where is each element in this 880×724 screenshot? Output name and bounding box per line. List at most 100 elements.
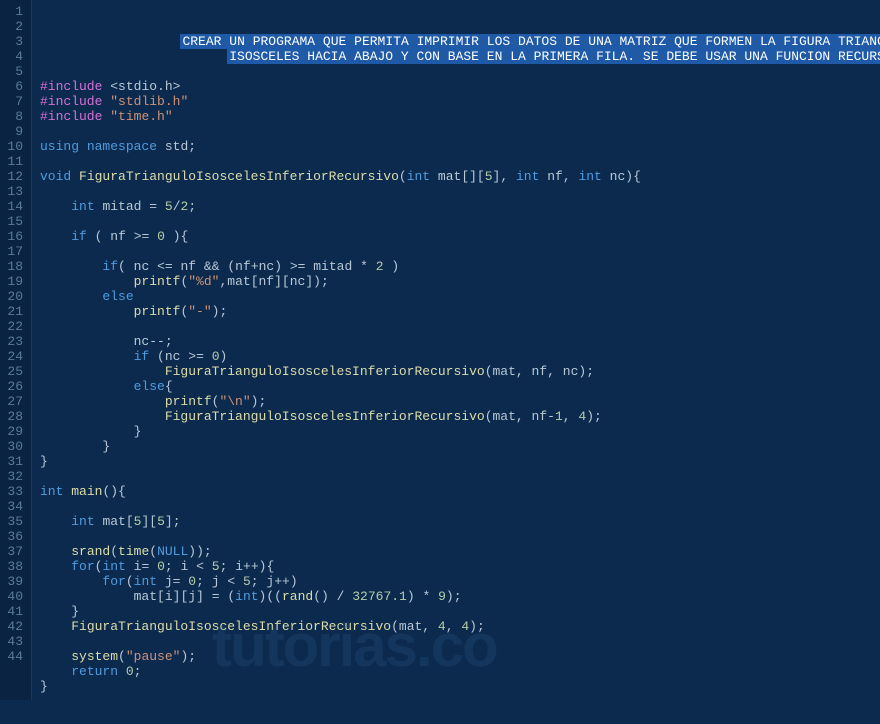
token-keyword: using <box>40 139 79 154</box>
preprocessor-directive: #include <box>40 94 102 109</box>
code-line[interactable]: for(int i= 0; i < 5; i++){ <box>40 559 880 574</box>
code-line[interactable]: #include <stdio.h> <box>40 79 880 94</box>
line-number: 19 <box>4 274 23 289</box>
token-paren: ( <box>485 409 493 424</box>
token-string: "-" <box>188 304 211 319</box>
token-func: FiguraTrianguloIsoscelesInferiorRecursiv… <box>165 364 485 379</box>
code-line[interactable]: printf("%d",mat[nf][nc]); <box>40 274 880 289</box>
token-op: ; <box>204 544 212 559</box>
token-paren: ] <box>305 274 313 289</box>
code-area[interactable]: CREAR·UN·PROGRAMA·QUE·PERMITA·IMPRIMIR·L… <box>32 0 880 700</box>
code-line[interactable]: ISOSCELES·HACIA·ABAJO·Y·CON·BASE·EN·LA·P… <box>40 49 880 64</box>
line-number: 1 <box>4 4 23 19</box>
code-line[interactable]: using namespace std; <box>40 139 880 154</box>
code-line[interactable]: #include "stdlib.h" <box>40 94 880 109</box>
selected-text[interactable]: ISOSCELES·HACIA·ABAJO·Y·CON·BASE·EN·LA·P… <box>227 49 880 64</box>
token-ident: nc <box>563 364 579 379</box>
token-num: 5 <box>212 559 220 574</box>
token-num: 4 <box>438 619 446 634</box>
token-paren: ( <box>157 349 165 364</box>
line-number: 39 <box>4 574 23 589</box>
line-number: 42 <box>4 619 23 634</box>
code-line[interactable] <box>40 469 880 484</box>
token-paren: ) <box>391 259 399 274</box>
token-num: 32767.1 <box>352 589 407 604</box>
code-line[interactable]: } <box>40 454 880 469</box>
code-line[interactable]: FiguraTrianguloIsoscelesInferiorRecursiv… <box>40 619 880 634</box>
token-paren: } <box>134 424 142 439</box>
code-line[interactable] <box>40 124 880 139</box>
code-line[interactable]: mat[i][j] = (int)((rand() / 32767.1) * 9… <box>40 589 880 604</box>
token-op: ; <box>586 364 594 379</box>
line-number: 20 <box>4 289 23 304</box>
token-num: 5 <box>157 514 165 529</box>
line-number: 44 <box>4 649 23 664</box>
code-line[interactable] <box>40 64 880 79</box>
code-line[interactable]: FiguraTrianguloIsoscelesInferiorRecursiv… <box>40 364 880 379</box>
include-header: "time.h" <box>110 109 172 124</box>
token-paren: ] <box>196 589 204 604</box>
line-number: 18 <box>4 259 23 274</box>
token-keyword: if <box>102 259 118 274</box>
token-paren: )) <box>188 544 204 559</box>
token-op: ; <box>188 199 196 214</box>
code-line[interactable]: printf("\n"); <box>40 394 880 409</box>
code-line[interactable] <box>40 319 880 334</box>
line-number: 40 <box>4 589 23 604</box>
code-line[interactable] <box>40 244 880 259</box>
token-paren: { <box>165 379 173 394</box>
line-number: 21 <box>4 304 23 319</box>
code-line[interactable] <box>40 634 880 649</box>
token-op: ; <box>454 589 462 604</box>
code-line[interactable]: #include "time.h" <box>40 109 880 124</box>
token-paren: ( <box>227 259 235 274</box>
code-line[interactable]: } <box>40 439 880 454</box>
token-op: , <box>422 619 430 634</box>
code-line[interactable]: printf("-"); <box>40 304 880 319</box>
code-line[interactable]: } <box>40 424 880 439</box>
code-line[interactable]: int mat[5][5]; <box>40 514 880 529</box>
token-num: 5 <box>165 199 173 214</box>
code-line[interactable]: int main(){ <box>40 484 880 499</box>
token-paren: ) <box>586 409 594 424</box>
line-number: 27 <box>4 394 23 409</box>
token-op: , <box>500 169 508 184</box>
code-line[interactable]: srand(time(NULL)); <box>40 544 880 559</box>
token-paren: { <box>633 169 641 184</box>
code-line[interactable]: void FiguraTrianguloIsoscelesInferiorRec… <box>40 169 880 184</box>
token-ident: i <box>181 559 189 574</box>
code-line[interactable]: int mitad = 5/2; <box>40 199 880 214</box>
code-line[interactable] <box>40 499 880 514</box>
code-line[interactable]: if (nc >= 0) <box>40 349 880 364</box>
token-op: <= <box>157 259 173 274</box>
code-line[interactable]: return 0; <box>40 664 880 679</box>
line-number: 12 <box>4 169 23 184</box>
code-line[interactable]: nc--; <box>40 334 880 349</box>
token-ident: mat <box>399 619 422 634</box>
code-line[interactable] <box>40 184 880 199</box>
code-line[interactable]: FiguraTrianguloIsoscelesInferiorRecursiv… <box>40 409 880 424</box>
code-line[interactable]: else <box>40 289 880 304</box>
token-keyword: if <box>71 229 87 244</box>
code-line[interactable] <box>40 529 880 544</box>
code-line[interactable]: CREAR·UN·PROGRAMA·QUE·PERMITA·IMPRIMIR·L… <box>40 34 880 49</box>
code-line[interactable]: } <box>40 679 880 694</box>
selected-text[interactable]: CREAR·UN·PROGRAMA·QUE·PERMITA·IMPRIMIR·L… <box>180 34 880 49</box>
code-line[interactable]: else{ <box>40 379 880 394</box>
code-line[interactable] <box>40 214 880 229</box>
code-line[interactable]: if( nc <= nf && (nf+nc) >= mitad * 2 ) <box>40 259 880 274</box>
code-line[interactable]: } <box>40 604 880 619</box>
code-line[interactable]: system("pause"); <box>40 649 880 664</box>
code-line[interactable]: if ( nf >= 0 ){ <box>40 229 880 244</box>
line-number: 34 <box>4 499 23 514</box>
line-number: 32 <box>4 469 23 484</box>
token-ident: j <box>188 589 196 604</box>
token-op: , <box>516 364 524 379</box>
token-func: srand <box>71 544 110 559</box>
token-keyword: void <box>40 169 71 184</box>
token-paren: } <box>40 679 48 694</box>
code-line[interactable] <box>40 154 880 169</box>
token-paren: ][ <box>141 514 157 529</box>
code-line[interactable]: for(int j= 0; j < 5; j++) <box>40 574 880 589</box>
token-ident: i <box>235 559 243 574</box>
